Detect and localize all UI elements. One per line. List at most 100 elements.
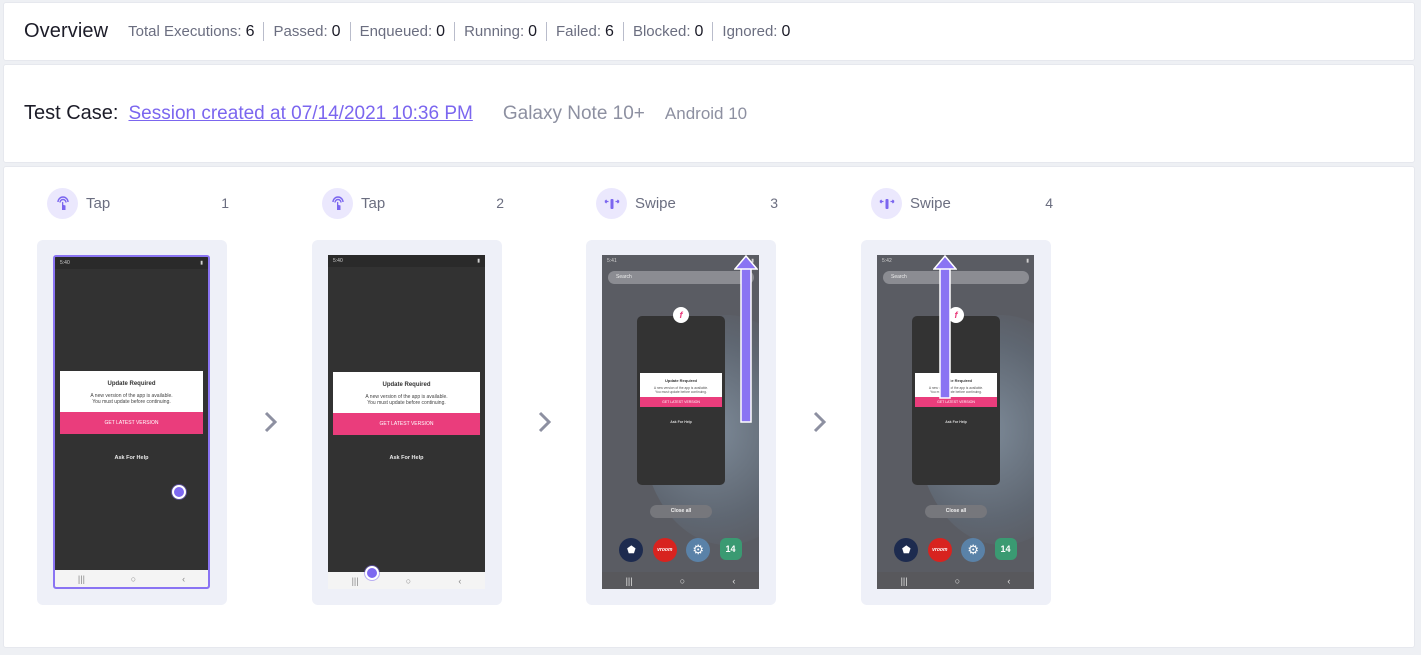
- screenshot-thumbnail[interactable]: 5:40 ▮ Update Required A new version of t…: [37, 240, 227, 605]
- phone-screen: 5:40 ▮ Update Required A new version of t…: [328, 255, 485, 589]
- screenshot-thumbnail[interactable]: 5:42 ▮ Search Update Required A new versi…: [861, 240, 1051, 605]
- tap-marker: [365, 566, 379, 580]
- status-time: 5:40: [60, 260, 70, 266]
- home-icon: ○: [130, 573, 137, 584]
- session-link[interactable]: Session created at 07/14/2021 10:36 PM: [128, 103, 472, 125]
- step-number: 2: [496, 195, 504, 211]
- dialog-line: You must update before continuing.: [92, 399, 171, 405]
- back-icon: ‹: [458, 575, 462, 586]
- ask-for-help-link: Ask For Help: [114, 455, 149, 461]
- action-label: Tap: [361, 194, 386, 212]
- stat-label: Ignored:: [722, 22, 778, 40]
- action-label: Swipe: [910, 194, 951, 212]
- vroom-app-icon: vroom: [927, 538, 952, 562]
- stat-ignored: Ignored: 0: [713, 23, 799, 41]
- battery-icon: ▮: [1026, 258, 1029, 264]
- test-case-header: Test Case: Session created at 07/14/2021…: [3, 64, 1415, 163]
- dialog-title: Update Required: [664, 378, 697, 383]
- nav-bar: ||| ○ ‹: [328, 572, 485, 589]
- step-number: 1: [221, 195, 229, 211]
- ask-for-help-link: Ask For Help: [389, 455, 424, 461]
- pentagon-app-icon: ⬟: [894, 538, 919, 562]
- battery-icon: ▮: [200, 260, 203, 266]
- stat-label: Running:: [464, 22, 525, 40]
- nav-bar: ||| ○ ‹: [55, 570, 208, 587]
- status-time: 5:41: [607, 258, 617, 264]
- stat-value: 0: [436, 22, 446, 40]
- get-latest-version-button: GET LATEST VERSION: [333, 413, 480, 435]
- step-3: Swipe 3 5:41 ▮ Search Update Required A n…: [586, 167, 786, 649]
- dialog-title: Update Required: [382, 382, 431, 388]
- recents-icon: |||: [77, 573, 85, 584]
- stat-value: 0: [331, 22, 341, 40]
- os-version: Android 10: [664, 103, 748, 123]
- stat-value: 0: [694, 22, 704, 40]
- step-header: Tap 2: [322, 187, 504, 219]
- stat-label: Passed:: [273, 22, 328, 40]
- search-input: Search: [608, 271, 754, 284]
- stat-label: Failed:: [556, 22, 602, 40]
- step-header: Tap 1: [47, 187, 229, 219]
- update-dialog: Update Required A new version of the app…: [60, 371, 203, 434]
- calendar-app-icon: 14: [994, 538, 1017, 560]
- test-case-label: Test Case:: [24, 102, 119, 124]
- action-label: Tap: [86, 194, 111, 212]
- swipe-arrow: [933, 255, 957, 399]
- swipe-arrow: [734, 255, 758, 423]
- dialog-message: A new version of the app is available. Yo…: [640, 383, 722, 394]
- stat-value: 6: [605, 22, 614, 40]
- pentagon-app-icon: ⬟: [619, 538, 644, 562]
- touch-icon: [47, 187, 78, 219]
- update-dialog: Update Required A new version of the app…: [640, 373, 722, 407]
- overview-title: Overview: [24, 20, 109, 42]
- dialog-title: Update Required: [107, 381, 156, 387]
- swipe-icon: [596, 187, 627, 219]
- screenshot-thumbnail[interactable]: 5:40 ▮ Update Required A new version of t…: [312, 240, 502, 605]
- phone-screen: 5:40 ▮ Update Required A new version of t…: [53, 255, 210, 589]
- chevron-right-icon: [813, 411, 827, 433]
- touch-icon: [322, 187, 353, 219]
- step-number: 3: [770, 195, 778, 211]
- app-dock: ⬟ vroom ⚙ 14: [877, 538, 1034, 562]
- close-all-button: Close all: [650, 505, 712, 518]
- status-time: 5:42: [882, 258, 892, 264]
- home-icon: ○: [679, 575, 686, 586]
- ask-for-help-link: Ask For Help: [945, 420, 967, 424]
- stat-value: 0: [528, 22, 538, 40]
- get-latest-version-button: GET LATEST VERSION: [60, 412, 203, 434]
- recent-app-card: Update Required A new version of the app…: [637, 316, 725, 485]
- settings-gear-icon: ⚙: [686, 538, 711, 562]
- calendar-app-icon: 14: [719, 538, 742, 560]
- tap-marker: [172, 485, 186, 499]
- vroom-app-icon: vroom: [652, 538, 677, 562]
- stat-label: Enqueued:: [359, 22, 433, 40]
- status-time: 5:40: [333, 258, 343, 264]
- stat-passed: Passed: 0: [264, 23, 349, 41]
- screenshot-thumbnail[interactable]: 5:41 ▮ Search Update Required A new versi…: [586, 240, 776, 605]
- step-2: Tap 2 5:40 ▮ Update Required A new versio…: [312, 167, 512, 649]
- step-header: Swipe 3: [596, 187, 778, 219]
- home-icon: ○: [405, 575, 412, 586]
- dialog-line: You must update before continuing.: [367, 400, 446, 406]
- action-label: Swipe: [635, 194, 676, 212]
- phone-screen: 5:42 ▮ Search Update Required A new versi…: [877, 255, 1034, 589]
- step-number: 4: [1045, 195, 1053, 211]
- app-dock: ⬟ vroom ⚙ 14: [602, 538, 759, 562]
- swipe-icon: [871, 187, 902, 219]
- stat-failed: Failed: 6: [547, 23, 623, 41]
- dialog-line: You must update before continuing.: [655, 390, 707, 394]
- step-header: Swipe 4: [871, 187, 1053, 219]
- phone-screen: 5:41 ▮ Search Update Required A new versi…: [602, 255, 759, 589]
- stat-blocked: Blocked: 0: [624, 23, 712, 41]
- step-4: Swipe 4 5:42 ▮ Search Update Required A n…: [861, 167, 1061, 649]
- home-icon: ○: [954, 575, 961, 586]
- settings-gear-icon: ⚙: [961, 538, 986, 562]
- stat-value: 0: [781, 22, 791, 40]
- stat-enqueued: Enqueued: 0: [351, 23, 454, 41]
- chevron-right-icon: [264, 411, 278, 433]
- nav-bar: ||| ○ ‹: [602, 572, 759, 589]
- stat-value: 6: [245, 22, 255, 40]
- status-bar: 5:40 ▮: [55, 257, 208, 269]
- close-all-button: Close all: [925, 505, 987, 518]
- recents-icon: |||: [625, 575, 633, 586]
